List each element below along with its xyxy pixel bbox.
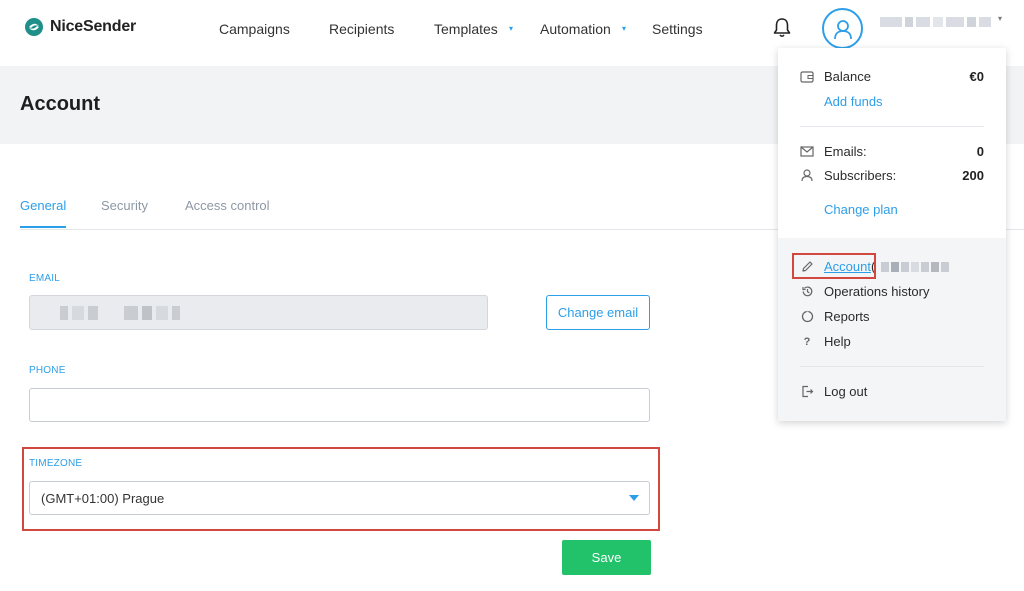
- divider: [800, 366, 984, 367]
- timezone-value: (GMT+01:00) Prague: [41, 490, 165, 506]
- page-title: Account: [20, 93, 100, 115]
- user-name-redacted[interactable]: [880, 14, 992, 30]
- reports-label: Reports: [824, 309, 870, 324]
- pie-chart-icon: [800, 310, 814, 324]
- change-plan-link[interactable]: Change plan: [824, 202, 898, 217]
- balance-row: Balance: [800, 69, 871, 84]
- logo[interactable]: NiceSender: [24, 17, 136, 37]
- brand-name: NiceSender: [50, 18, 137, 35]
- menu-item-help[interactable]: ? Help: [800, 334, 851, 349]
- timezone-select[interactable]: (GMT+01:00) Prague: [29, 481, 650, 515]
- user-caret-icon[interactable]: ▾: [998, 14, 1002, 23]
- nav-settings[interactable]: Settings: [652, 0, 703, 58]
- add-funds-link[interactable]: Add funds: [824, 94, 883, 109]
- history-icon: [800, 285, 814, 299]
- subscribers-row: Subscribers:: [800, 168, 896, 183]
- question-icon: ?: [803, 335, 811, 348]
- email-label: EMAIL: [29, 273, 61, 284]
- emails-value: 0: [976, 144, 984, 159]
- emails-label: Emails:: [824, 144, 867, 159]
- nav-automation[interactable]: Automation: [540, 0, 611, 58]
- save-button[interactable]: Save: [562, 540, 651, 575]
- help-label: Help: [824, 334, 851, 349]
- templates-caret-icon[interactable]: ▾: [509, 24, 513, 33]
- phone-field[interactable]: [29, 388, 650, 422]
- nav-recipients[interactable]: Recipients: [329, 0, 394, 58]
- logout-label: Log out: [824, 384, 868, 399]
- email-field: [29, 295, 488, 330]
- bell-icon[interactable]: [772, 17, 792, 39]
- subscribers-value: 200: [962, 168, 984, 183]
- tab-access-control[interactable]: Access control: [185, 198, 270, 213]
- emails-row: Emails:: [800, 144, 867, 159]
- account-email-redacted: [881, 261, 950, 272]
- avatar[interactable]: [822, 8, 863, 49]
- timezone-label: TIMEZONE: [29, 458, 83, 469]
- user-outline-icon: [800, 169, 814, 183]
- change-email-button[interactable]: Change email: [546, 295, 650, 330]
- tab-general[interactable]: General: [20, 198, 66, 213]
- active-tab-indicator: [20, 226, 66, 228]
- nav-templates[interactable]: Templates: [434, 0, 498, 58]
- wallet-icon: [800, 70, 814, 84]
- balance-label: Balance: [824, 69, 871, 84]
- logo-icon: [25, 18, 43, 36]
- automation-caret-icon[interactable]: ▾: [622, 24, 626, 33]
- divider: [800, 126, 984, 127]
- tab-security[interactable]: Security: [101, 198, 148, 213]
- chevron-down-icon: [629, 495, 639, 501]
- user-icon: [833, 19, 852, 39]
- operations-history-label: Operations history: [824, 284, 930, 299]
- logout-icon: [800, 385, 814, 399]
- menu-item-reports[interactable]: Reports: [800, 309, 870, 324]
- envelope-icon: [800, 145, 814, 159]
- account-highlight: [792, 253, 876, 279]
- user-dropdown: Balance €0 Add funds Emails: 0 Subscribe…: [778, 48, 1006, 421]
- phone-label: PHONE: [29, 365, 66, 376]
- menu-item-operations-history[interactable]: Operations history: [800, 284, 930, 299]
- balance-value: €0: [969, 69, 984, 84]
- subscribers-label: Subscribers:: [824, 168, 897, 183]
- menu-item-logout[interactable]: Log out: [800, 384, 867, 399]
- nav-campaigns[interactable]: Campaigns: [219, 0, 290, 58]
